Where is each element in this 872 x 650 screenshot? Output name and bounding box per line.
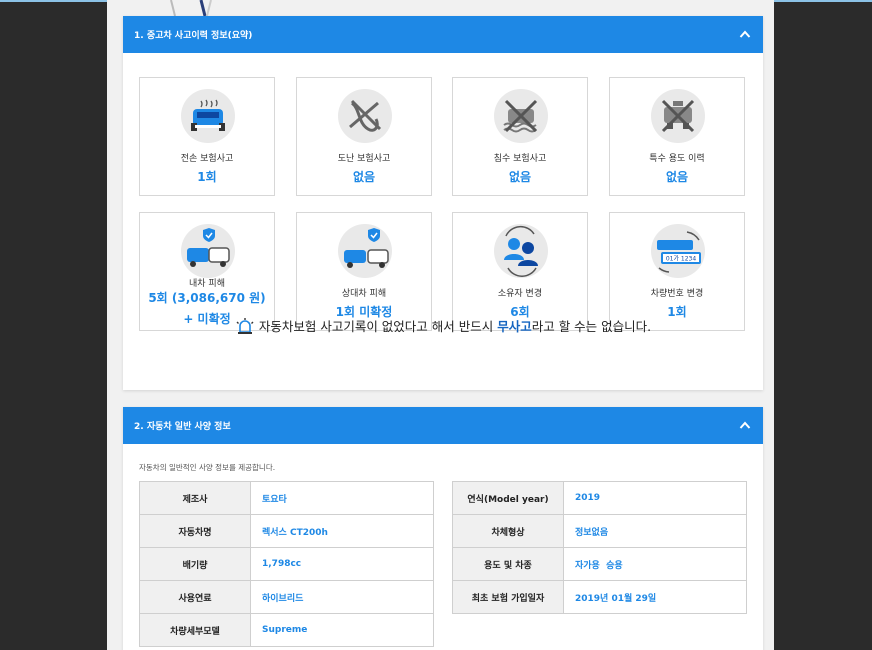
spec-value: 토요타 [250,481,434,515]
spec-table-left: 제조사 토요타 자동차명 렉서스 CT200h 배기량 1,798cc 사용연료 하이브… [139,481,434,647]
report-page: 1. 중고차 사고이력 정보(요약) 전손 보험사고 1회 도난 보험사고 없음… [107,0,774,650]
table-row: 용도 및 차종 자가용 승용 [452,547,747,581]
spec-value: 렉서스 CT200h [250,514,434,548]
card-label: 침수 보험사고 [493,154,547,164]
header-illustration-icon [170,0,212,16]
card-theft: 도난 보험사고 없음 [296,77,432,196]
card-flood: 침수 보험사고 없음 [452,77,588,196]
spec-value: 1,798cc [250,547,434,581]
accident-notice: 자동차보험 사고기록이 없었다고 해서 반드시 무사고라고 할 수는 없습니다. [123,316,763,335]
general-spec-header[interactable]: 2. 자동차 일반 사양 정보 [123,407,763,444]
accident-summary-header[interactable]: 1. 중고차 사고이력 정보(요약) [123,16,763,53]
card-label: 특수 용도 이력 [649,154,705,164]
accident-summary-title: 1. 중고차 사고이력 정보(요약) [134,31,253,41]
plate-change-icon: 01가 1234 [651,224,705,278]
card-label: 전손 보험사고 [180,154,234,164]
plate-number-text: 01가 1234 [666,255,697,263]
card-plate-change: 01가 1234 차량번호 변경 1회 [609,212,745,331]
notice-text-before: 자동차보험 사고기록이 없었다고 해서 반드시 [258,319,498,334]
table-row: 사용연료 하이브리드 [139,580,434,614]
spec-table-right: 연식(Model year) 2019 차체형상 정보없음 용도 및 차종 자가용 승… [452,481,747,614]
my-car-damage-icon [181,224,235,278]
total-loss-car-icon [181,89,235,143]
spec-key: 배기량 [139,547,251,581]
table-row: 차체형상 정보없음 [452,514,747,548]
table-row: 배기량 1,798cc [139,547,434,581]
table-row: 최초 보험 가입일자 2019년 01월 29일 [452,580,747,614]
spec-description: 자동차의 일반적인 사양 정보를 제공합니다. [139,463,276,472]
left-dark-pane [0,0,107,650]
general-spec-title: 2. 자동차 일반 사양 정보 [134,422,231,432]
card-label: 소유자 변경 [497,289,543,299]
card-value: 없음 [352,170,376,184]
card-value: 1회 [197,170,217,184]
general-spec-panel: 2. 자동차 일반 사양 정보 자동차의 일반적인 사양 정보를 제공합니다. … [123,407,763,650]
owner-change-icon [494,224,548,278]
spec-value: 하이브리드 [250,580,434,614]
card-label: 차량번호 변경 [650,289,704,299]
spec-value: 자가용 승용 [563,547,747,581]
flood-crossed-icon [494,89,548,143]
chevron-up-icon[interactable] [739,29,751,39]
table-row: 자동차명 렉서스 CT200h [139,514,434,548]
chevron-up-icon[interactable] [739,420,751,430]
card-value: 없음 [665,170,689,184]
other-car-damage-icon [338,224,392,278]
spec-key: 차량세부모델 [139,613,251,647]
spec-key: 용도 및 차종 [452,547,564,581]
table-row: 연식(Model year) 2019 [452,481,747,515]
card-special-use: 특수 용도 이력 없음 [609,77,745,196]
card-label: 상대차 피해 [341,289,387,299]
card-other-car-damage: 상대차 피해 1회 미확정 [296,212,432,331]
table-row: 차량세부모델 Supreme [139,613,434,647]
card-owner-change: 소유자 변경 6회 [452,212,588,331]
notice-text-emphasis: 무사고 [497,319,532,334]
spec-value: 2019년 01월 29일 [563,580,747,614]
spec-key: 차체형상 [452,514,564,548]
spec-key: 제조사 [139,481,251,515]
alarm-light-icon [236,318,254,334]
card-label: 도난 보험사고 [337,154,391,164]
spec-value: Supreme [250,613,434,647]
card-my-car-damage: 내차 피해 5회 (3,086,670 원) + 미확정 [139,212,275,331]
spec-key: 최초 보험 가입일자 [452,580,564,614]
taxi-crossed-icon [651,89,705,143]
spec-value: 정보없음 [563,514,747,548]
spec-key: 자동차명 [139,514,251,548]
theft-crossed-icon [338,89,392,143]
spec-key: 연식(Model year) [452,481,564,515]
card-total-loss: 전손 보험사고 1회 [139,77,275,196]
spec-key: 사용연료 [139,580,251,614]
table-row: 제조사 토요타 [139,481,434,515]
accident-summary-panel: 1. 중고차 사고이력 정보(요약) 전손 보험사고 1회 도난 보험사고 없음… [123,16,763,390]
notice-text-after: 라고 할 수는 없습니다. [531,319,652,334]
spec-value: 2019 [563,481,747,515]
right-dark-pane [774,0,872,650]
card-value: 없음 [508,170,532,184]
